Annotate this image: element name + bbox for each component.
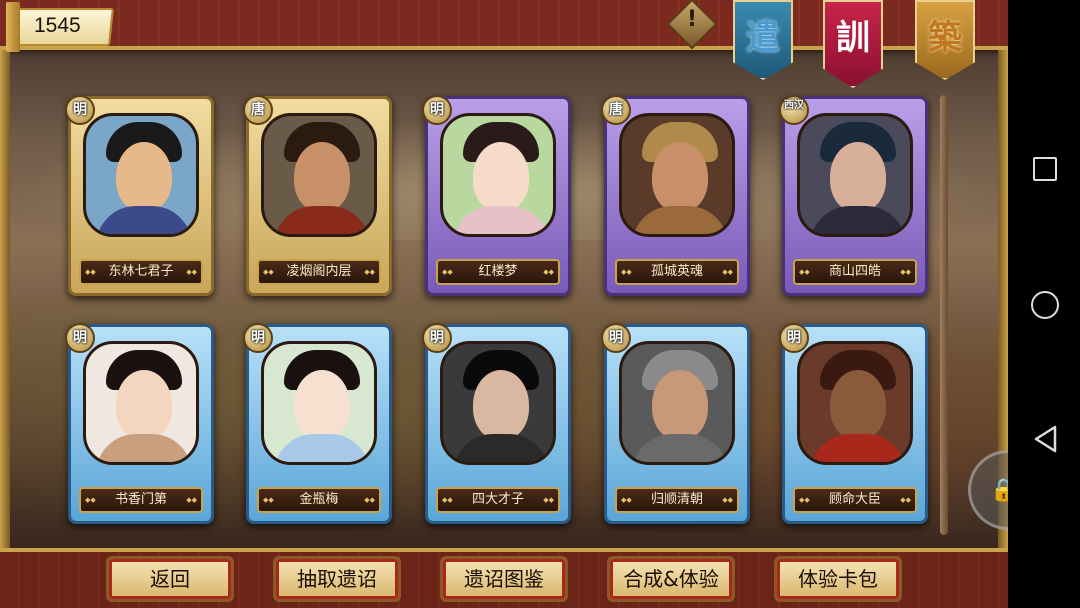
card-name: 书香门第 xyxy=(79,487,203,513)
dynasty-badge: 西汉 xyxy=(779,95,809,125)
combine-trial-button[interactable]: 合成&体验 xyxy=(607,556,735,602)
card-shangshan[interactable]: 西汉 商山四皓 xyxy=(779,95,928,296)
card-name: 金瓶梅 xyxy=(257,487,381,513)
card-donglin[interactable]: 明 东林七君子 xyxy=(65,95,214,296)
card-hongloumeng[interactable]: 明 红楼梦 xyxy=(422,95,571,296)
back-nav-icon[interactable] xyxy=(1033,425,1059,453)
card-sidacaizi[interactable]: 明 四大才子 xyxy=(422,323,571,524)
dynasty-badge: 明 xyxy=(65,95,95,125)
card-name: 孤城英魂 xyxy=(615,259,739,285)
portrait-image xyxy=(261,113,377,237)
portrait-image xyxy=(619,341,735,465)
banner-build-label: 築 xyxy=(928,18,962,58)
portrait-image xyxy=(83,341,199,465)
card-name: 东林七君子 xyxy=(79,259,203,285)
card-name: 红楼梦 xyxy=(436,259,560,285)
banner-dispatch-label: 遣 xyxy=(746,18,780,58)
home-icon[interactable] xyxy=(1031,291,1059,319)
card-gucheng[interactable]: 唐 孤城英魂 xyxy=(601,95,750,296)
dynasty-badge: 明 xyxy=(65,323,95,353)
currency-value: 1545 xyxy=(34,14,81,37)
banner-train-label: 訓 xyxy=(836,18,870,58)
card-guishun[interactable]: 明 归顺清朝 xyxy=(601,323,750,524)
back-button[interactable]: 返回 xyxy=(106,556,234,602)
edict-catalog-button[interactable]: 遗诏图鉴 xyxy=(440,556,568,602)
portrait-image xyxy=(440,341,556,465)
dynasty-badge: 明 xyxy=(779,323,809,353)
trial-pack-button[interactable]: 体验卡包 xyxy=(774,556,902,602)
recent-apps-icon[interactable] xyxy=(1033,157,1057,181)
card-lingyan[interactable]: 唐 凌烟阁内层 xyxy=(243,95,392,296)
portrait-image xyxy=(261,341,377,465)
portrait-image xyxy=(83,113,199,237)
card-name: 顾命大臣 xyxy=(793,487,917,513)
card-shuxiang[interactable]: 明 书香门第 xyxy=(65,323,214,524)
dynasty-badge: 唐 xyxy=(601,95,631,125)
portrait-image xyxy=(797,341,913,465)
card-name: 商山四皓 xyxy=(793,259,917,285)
frame-left xyxy=(0,50,10,550)
dynasty-badge: 明 xyxy=(422,95,452,125)
portrait-image xyxy=(797,113,913,237)
dynasty-badge: 明 xyxy=(601,323,631,353)
warning-glyph: ! xyxy=(686,7,698,32)
card-jinpingmei[interactable]: 明 金瓶梅 xyxy=(243,323,392,524)
portrait-image xyxy=(440,113,556,237)
dynasty-badge: 明 xyxy=(243,323,273,353)
scrollbar-thumb[interactable] xyxy=(940,95,948,535)
card-name: 归顺清朝 xyxy=(615,487,739,513)
dynasty-badge: 唐 xyxy=(243,95,273,125)
card-name: 凌烟阁内层 xyxy=(257,259,381,285)
card-guming[interactable]: 明 顾命大臣 xyxy=(779,323,928,524)
draw-edict-button[interactable]: 抽取遗诏 xyxy=(273,556,401,602)
dynasty-badge: 明 xyxy=(422,323,452,353)
portrait-image xyxy=(619,113,735,237)
scroll-flag-icon xyxy=(6,2,20,52)
card-name: 四大才子 xyxy=(436,487,560,513)
